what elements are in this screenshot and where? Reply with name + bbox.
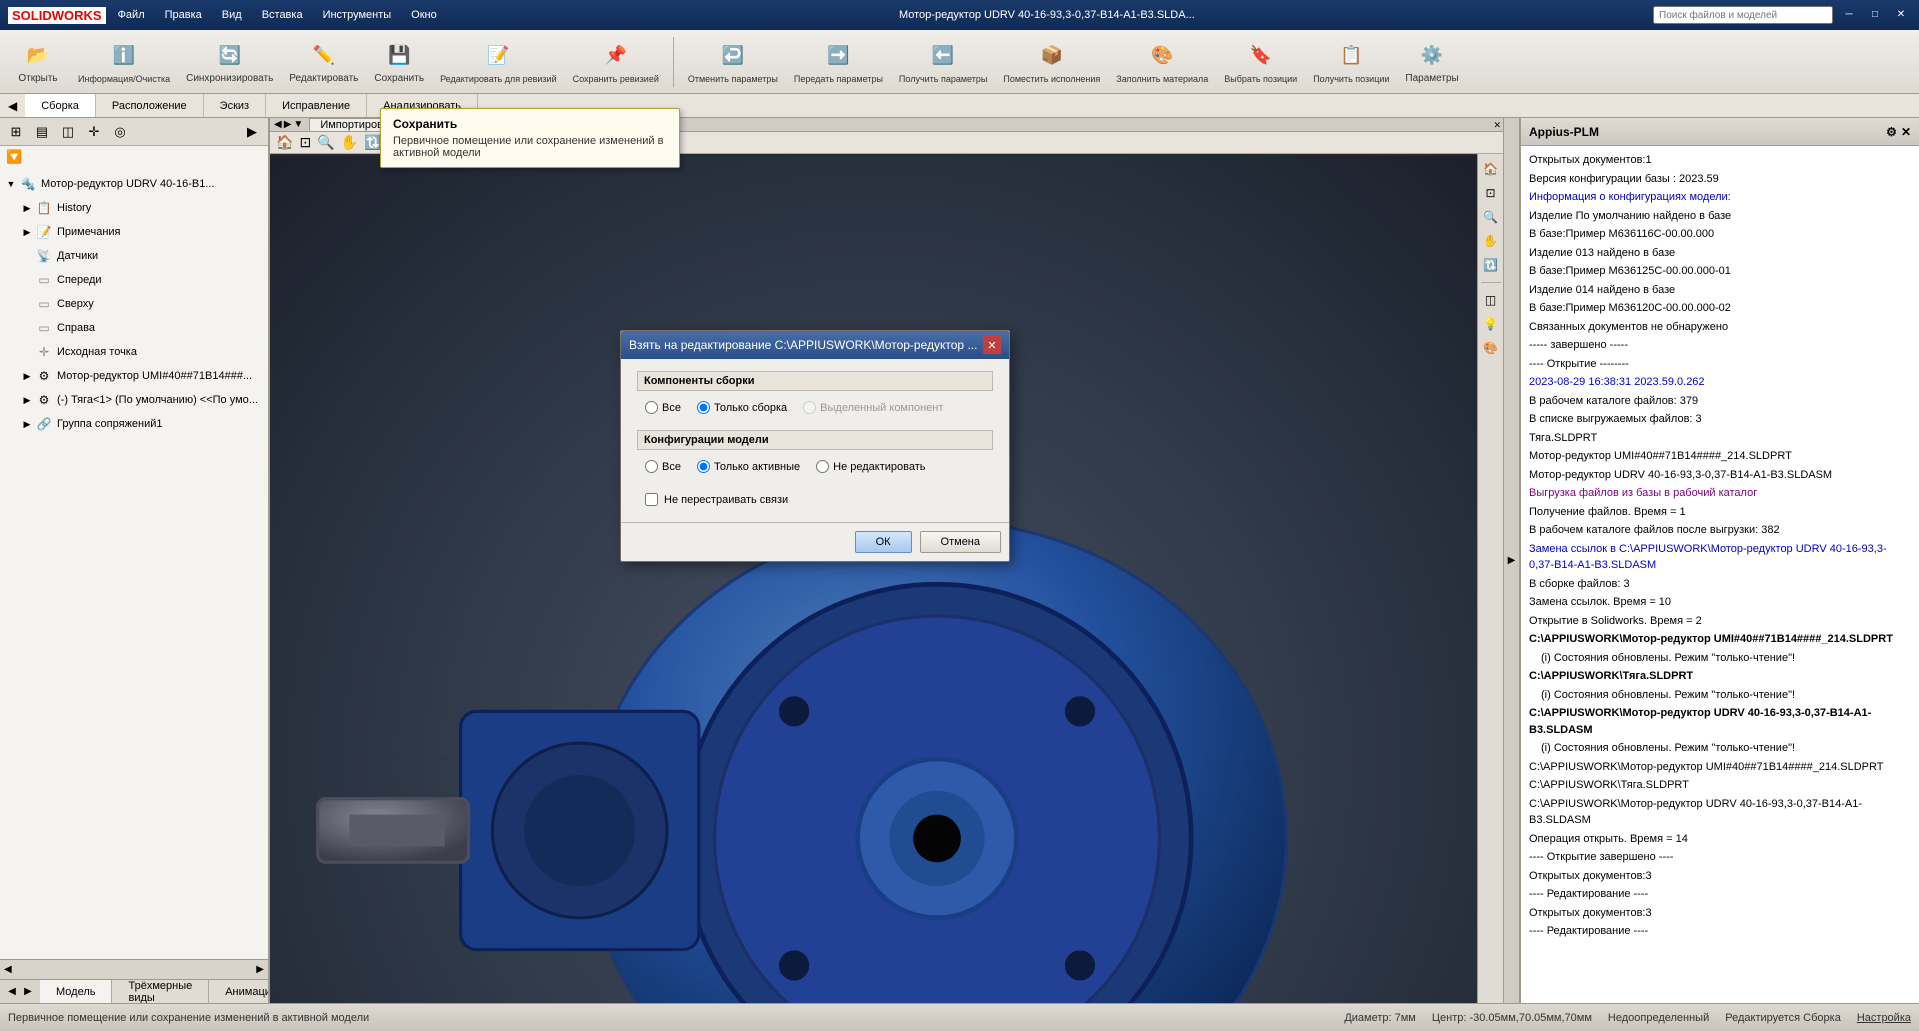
radio-selected-component: Выделенный компонент [803, 401, 943, 414]
modal-close-button[interactable]: ✕ [983, 336, 1001, 354]
radio-config-active-label: Только активные [714, 461, 800, 473]
radio-group-config: Все Только активные Не редактировать [637, 456, 993, 477]
radio-selected-input [803, 401, 816, 414]
radio-all-label: Все [662, 402, 681, 414]
radio-only-assembly-label: Только сборка [714, 402, 787, 414]
modal-buttons: ОК Отмена [621, 522, 1009, 561]
radio-all-components[interactable]: Все [645, 401, 681, 414]
radio-all-input[interactable] [645, 401, 658, 414]
modal-section-config: Конфигурации модели Все Только активные … [637, 430, 993, 477]
dialog-ok-button[interactable]: ОК [855, 531, 912, 553]
modal-title-bar: Взять на редактирование C:\APPIUSWORK\Мо… [621, 331, 1009, 359]
modal-dialog: Взять на редактирование C:\APPIUSWORK\Мо… [620, 330, 1010, 562]
radio-config-no-edit-label: Не редактировать [833, 461, 925, 473]
modal-body: Компоненты сборки Все Только сборка Выде… [621, 359, 1009, 522]
radio-config-no-edit-input[interactable] [816, 460, 829, 473]
radio-config-active-input[interactable] [697, 460, 710, 473]
modal-section-assembly-title: Компоненты сборки [637, 371, 993, 391]
dialog-cancel-button[interactable]: Отмена [920, 531, 1001, 553]
radio-group-assembly: Все Только сборка Выделенный компонент [637, 397, 993, 418]
modal-title: Взять на редактирование C:\APPIUSWORK\Мо… [629, 338, 977, 352]
radio-config-active[interactable]: Только активные [697, 460, 800, 473]
modal-overlay: Взять на редактирование C:\APPIUSWORK\Мо… [0, 0, 1919, 1031]
modal-section-assembly: Компоненты сборки Все Только сборка Выде… [637, 371, 993, 418]
radio-only-assembly-input[interactable] [697, 401, 710, 414]
modal-section-config-title: Конфигурации модели [637, 430, 993, 450]
radio-config-all[interactable]: Все [645, 460, 681, 473]
no-rebuild-checkbox[interactable] [645, 493, 658, 506]
radio-config-all-label: Все [662, 461, 681, 473]
radio-config-all-input[interactable] [645, 460, 658, 473]
radio-selected-label: Выделенный компонент [820, 402, 943, 414]
radio-config-no-edit[interactable]: Не редактировать [816, 460, 925, 473]
radio-only-assembly[interactable]: Только сборка [697, 401, 787, 414]
no-rebuild-label: Не перестраивать связи [664, 494, 788, 506]
checkbox-row: Не перестраивать связи [637, 489, 993, 510]
